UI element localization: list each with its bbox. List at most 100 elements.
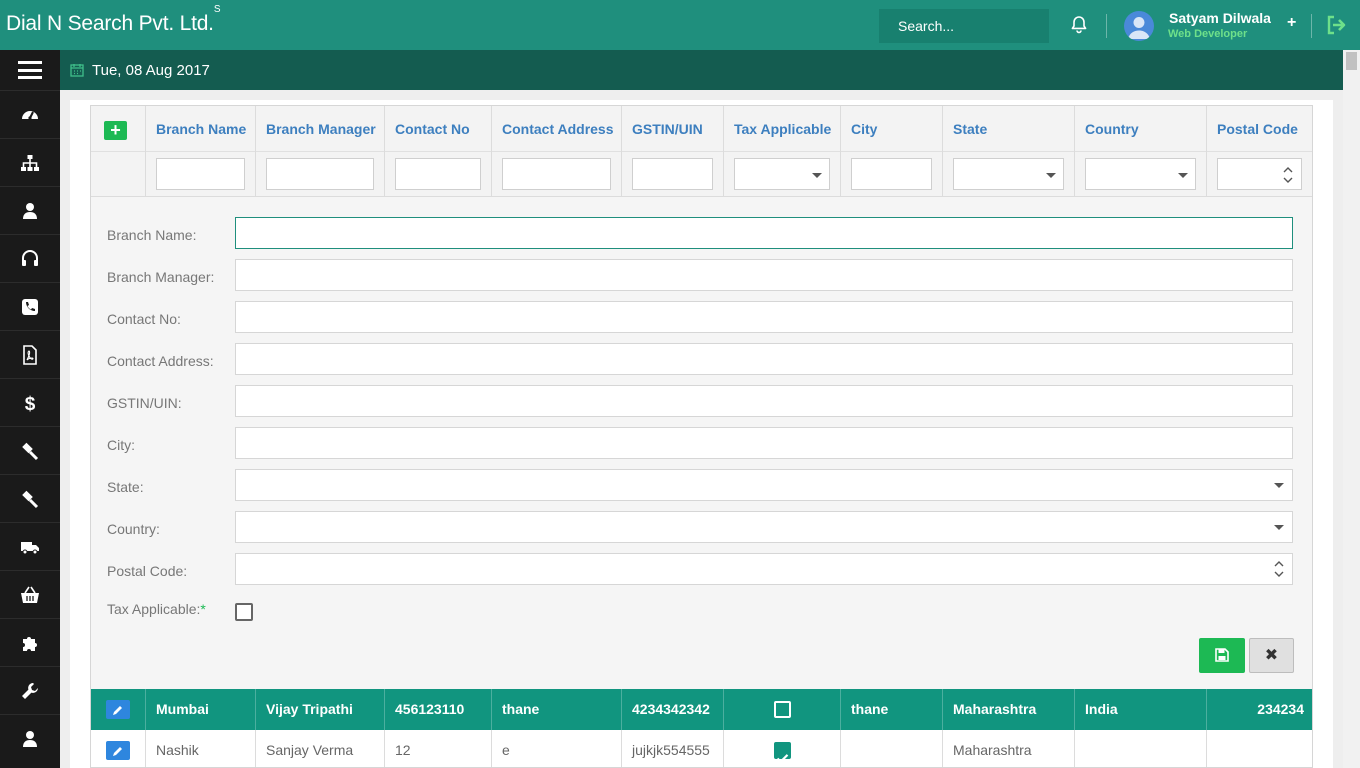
chevron-down-icon xyxy=(1046,173,1056,178)
truck-icon xyxy=(21,541,39,554)
cancel-button[interactable]: ✖ xyxy=(1249,638,1294,673)
tax-applicable-row-checkbox[interactable] xyxy=(774,701,791,718)
cell-city xyxy=(841,730,943,767)
filter-spacer xyxy=(91,152,146,197)
hamburger-menu-icon[interactable] xyxy=(18,61,42,79)
sidebar-item-profile[interactable] xyxy=(0,714,60,762)
contact-address-field[interactable] xyxy=(235,343,1293,375)
column-header-postal-code[interactable]: Postal Code xyxy=(1207,106,1312,152)
column-header-state[interactable]: State xyxy=(943,106,1075,152)
divider xyxy=(1106,14,1107,38)
pencil-icon xyxy=(113,746,122,756)
sidebar-item-billing[interactable]: $ xyxy=(0,378,60,426)
branch-name-label: Branch Name: xyxy=(107,227,197,243)
sidebar-item-organization[interactable] xyxy=(0,138,60,186)
scrollbar-thumb[interactable] xyxy=(1346,52,1357,70)
column-header-branch-name[interactable]: Branch Name xyxy=(146,106,256,152)
city-field[interactable] xyxy=(235,427,1293,459)
tax-applicable-row-checkbox[interactable] xyxy=(774,742,791,764)
column-header-contact-address[interactable]: Contact Address xyxy=(492,106,622,152)
scrollbar[interactable] xyxy=(1343,50,1360,768)
gavel-icon xyxy=(22,490,39,508)
basket-icon xyxy=(21,586,39,603)
column-header-gstin[interactable]: GSTIN/UIN xyxy=(622,106,724,152)
table-row[interactable]: Nashik Sanjay Verma 12 e jujkjk554555 Ma… xyxy=(91,730,1312,767)
contact-address-label: Contact Address: xyxy=(107,353,214,369)
sidebar-item-users[interactable] xyxy=(0,186,60,234)
column-header-country[interactable]: Country xyxy=(1075,106,1207,152)
postal-code-field[interactable] xyxy=(235,553,1293,585)
filter-contact-no-input[interactable] xyxy=(395,158,481,190)
country-label: Country: xyxy=(107,521,160,537)
sidebar-item-documents[interactable] xyxy=(0,330,60,378)
user-role: Web Developer xyxy=(1168,28,1248,40)
country-select[interactable] xyxy=(235,511,1293,543)
sidebar-item-legal[interactable] xyxy=(0,426,60,474)
calendar-icon xyxy=(70,64,84,77)
edit-button[interactable] xyxy=(106,700,130,719)
column-header-tax-applicable[interactable]: Tax Applicable xyxy=(724,106,841,152)
table-row[interactable]: Mumbai Vijay Tripathi 456123110 thane 42… xyxy=(91,689,1312,730)
puzzle-icon xyxy=(23,636,37,651)
filter-state-select[interactable] xyxy=(953,158,1064,190)
checkmark-icon xyxy=(776,754,789,764)
branch-name-field[interactable] xyxy=(235,217,1293,249)
top-bar: Dial N Search Pvt. Ltd.S Satyam Dilwala … xyxy=(0,0,1360,50)
avatar[interactable] xyxy=(1124,11,1154,41)
filter-city-input[interactable] xyxy=(851,158,932,190)
filter-contact-address-input[interactable] xyxy=(502,158,611,190)
brand-logo[interactable]: Dial N Search Pvt. Ltd.S xyxy=(6,4,221,36)
sidebar-item-delivery[interactable] xyxy=(0,522,60,570)
date-bar: Tue, 08 Aug 2017 xyxy=(60,50,1343,90)
filter-branch-name-input[interactable] xyxy=(156,158,245,190)
add-row-button[interactable]: + xyxy=(104,121,127,140)
phone-icon xyxy=(22,298,38,315)
tax-applicable-checkbox[interactable] xyxy=(235,603,253,621)
cell-contact-address: e xyxy=(492,730,622,767)
dollar-icon: $ xyxy=(25,394,36,413)
spinner-arrows-icon[interactable] xyxy=(1283,165,1293,185)
sidebar-item-plugins[interactable] xyxy=(0,618,60,666)
save-button[interactable] xyxy=(1199,638,1245,673)
sidebar-item-auction[interactable] xyxy=(0,474,60,522)
user-name[interactable]: Satyam Dilwala xyxy=(1169,10,1271,26)
filter-tax-applicable-select[interactable] xyxy=(734,158,830,190)
filter-cell xyxy=(492,152,622,197)
filter-country-select[interactable] xyxy=(1085,158,1196,190)
cell-country xyxy=(1075,730,1207,767)
sidebar-item-contacts[interactable] xyxy=(0,282,60,330)
pencil-icon xyxy=(113,705,122,715)
plus-icon[interactable]: + xyxy=(1287,14,1296,32)
gstin-field[interactable] xyxy=(235,385,1293,417)
user-icon xyxy=(23,202,37,219)
sidebar-item-settings[interactable] xyxy=(0,666,60,714)
sidebar-item-shop[interactable] xyxy=(0,570,60,618)
state-select[interactable] xyxy=(235,469,1293,501)
sidebar: $ xyxy=(0,50,60,768)
filter-gstin-input[interactable] xyxy=(632,158,713,190)
bell-icon[interactable] xyxy=(1069,15,1089,35)
dashboard-icon xyxy=(22,110,38,120)
cell-state: Maharashtra xyxy=(943,689,1075,730)
cell-postal-code: 234234 xyxy=(1257,701,1304,717)
sidebar-item-dashboard[interactable] xyxy=(0,90,60,138)
edit-button[interactable] xyxy=(106,741,130,760)
spinner-arrows-icon[interactable] xyxy=(1274,559,1284,579)
logout-icon[interactable] xyxy=(1326,15,1348,35)
filter-cell xyxy=(256,152,385,197)
contact-no-field[interactable] xyxy=(235,301,1293,333)
current-date: Tue, 08 Aug 2017 xyxy=(92,62,210,79)
filter-postal-code-input[interactable] xyxy=(1217,158,1302,190)
search-input[interactable] xyxy=(879,9,1049,43)
filter-cell xyxy=(385,152,492,197)
branch-manager-field[interactable] xyxy=(235,259,1293,291)
column-header-contact-no[interactable]: Contact No xyxy=(385,106,492,152)
filter-branch-manager-input[interactable] xyxy=(266,158,374,190)
column-header-city[interactable]: City xyxy=(841,106,943,152)
sidebar-item-support[interactable] xyxy=(0,234,60,282)
row-actions-cell xyxy=(91,689,146,730)
cell-branch-name: Mumbai xyxy=(146,689,256,730)
cell-branch-manager: Vijay Tripathi xyxy=(256,689,385,730)
svg-text:$: $ xyxy=(25,394,36,413)
column-header-branch-manager[interactable]: Branch Manager xyxy=(256,106,385,152)
